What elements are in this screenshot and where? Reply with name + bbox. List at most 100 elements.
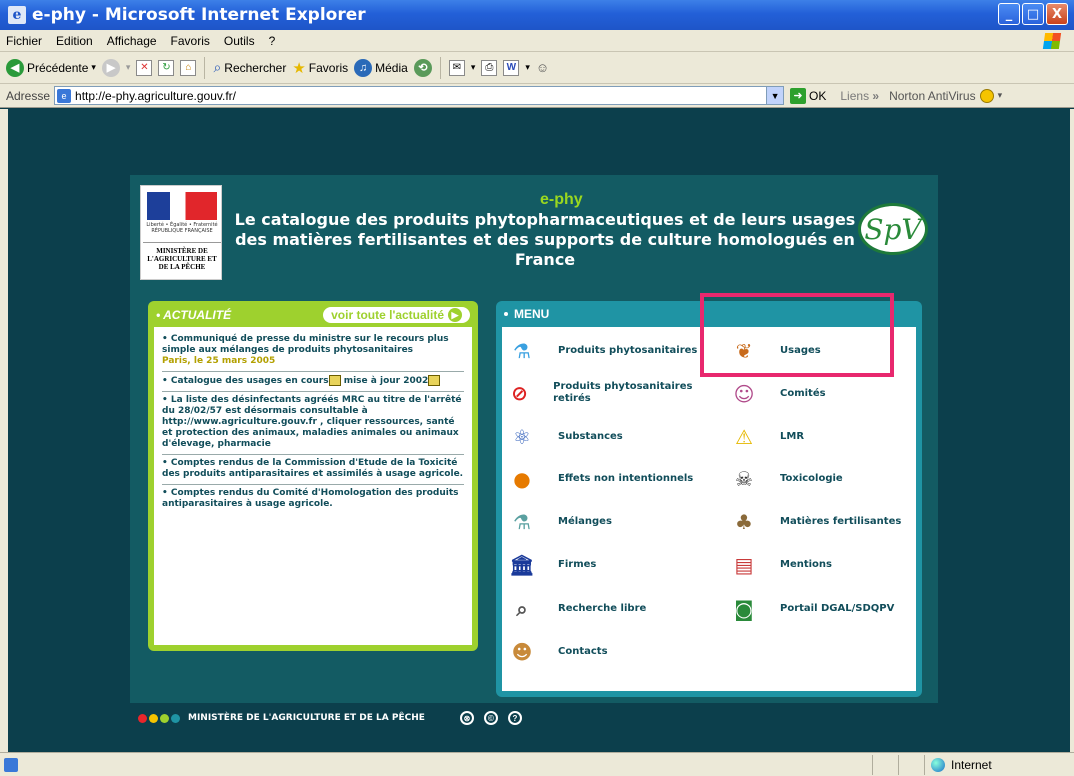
arrow-right-icon: ▶ [448,308,462,322]
back-dropdown-icon[interactable]: ▾ [91,62,96,73]
links-chevron: » [872,88,880,103]
menu-item-contacts[interactable]: ☻ Contacts [506,636,608,668]
search-icon: ⌕ [213,59,222,75]
home-icon[interactable]: ⌂ [180,59,197,76]
edit-word-icon[interactable]: W [503,59,520,76]
menu-grid: ⚗ Produits phytosanitaires ⊘ Produits ph… [502,327,916,691]
stop-icon[interactable]: ✕ [136,59,153,76]
address-dropdown-icon[interactable]: ▼ [766,87,784,104]
poison-icon: ☠ [735,467,753,491]
norton-icon [979,88,994,103]
menu-item-produits-retires[interactable]: ⊘ Produits phytosanitaires retirés [506,377,706,409]
standard-toolbar: ◀ Précédente ▾ ▶ ▾ ✕ ↻ ⌂ ⌕ Rechercher ★ … [0,52,1074,84]
menu-bar: Fichier Edition Affichage Favoris Outils… [0,30,1074,52]
links-button[interactable]: Liens » [840,89,879,103]
menu-item-label: Recherche libre [558,603,647,614]
status-zone [872,755,898,775]
edit-dropdown-icon[interactable]: ▾ [525,62,530,73]
menu-item-label: Contacts [558,646,608,657]
window-controls: _ □ X [998,3,1068,25]
footer-dots [138,713,180,723]
news-item[interactable]: • Comptes rendus de la Commission d'Etud… [162,455,464,485]
news-item[interactable]: • La liste des désinfectants agréés MRC … [162,392,464,455]
menu-item-mentions[interactable]: ▤ Mentions [728,549,832,581]
close-button[interactable]: X [1046,3,1068,25]
refresh-icon[interactable]: ↻ [158,59,175,76]
beaker-icon: ⚗ [513,510,531,534]
mail-dropdown-icon[interactable]: ▾ [471,62,476,73]
maximize-button[interactable]: □ [1022,3,1044,25]
ministry-logo-name: MINISTÈRE DE L'AGRICULTURE ET DE LA PÊCH… [143,242,221,271]
news-item[interactable]: • Communiqué de presse du ministre sur l… [162,331,464,372]
menu-item-usages[interactable]: ❦ Usages [728,335,821,367]
ie-icon: e [8,6,26,24]
go-label: OK [809,88,827,103]
menu-item-lmr[interactable]: ⚠ LMR [728,421,804,453]
forward-button-icon[interactable]: ▶ [101,58,120,77]
flask-icon: ⚗ [513,339,531,363]
menu-item-comites[interactable]: ☺ Comités [728,378,826,410]
contact-icon[interactable]: ⊗ [460,711,474,725]
person-icon: ☻ [511,640,533,664]
menu-item-melanges[interactable]: ⚗ Mélanges [506,506,612,538]
menu-view[interactable]: Affichage [107,34,157,48]
status-zones: Internet [872,755,1074,775]
minimize-button[interactable]: _ [998,3,1020,25]
footer-dot [138,713,147,723]
site-container: Liberté • Égalité • Fraternité RÉPUBLIQU… [130,175,938,703]
back-button[interactable]: ◀ Précédente ▾ [6,58,96,77]
menu-file[interactable]: Fichier [6,34,42,48]
address-input[interactable]: e http://e-phy.agriculture.gouv.fr/ ▼ [54,86,785,105]
menu-item-firmes[interactable]: 🏛 Firmes [506,549,596,581]
menu-item-matieres[interactable]: ♣ Matières fertilisantes [728,506,901,538]
credits-icon[interactable]: © [484,711,498,725]
menu-help[interactable]: ? [269,34,276,48]
window-titlebar: e e-phy - Microsoft Internet Explorer _ … [0,0,1074,30]
site-footer: MINISTÈRE DE L'AGRICULTURE ET DE LA PÊCH… [130,703,938,733]
norton-dropdown-icon[interactable]: ▾ [998,90,1003,101]
menu-item-substances[interactable]: ⚛ Substances [506,421,623,453]
norton-toolbar[interactable]: Norton AntiVirus ▾ [889,88,1003,103]
news-heading: • ACTUALITÉ [156,308,232,322]
news-item[interactable]: • Catalogue des usages en cours mise à j… [162,372,464,392]
search-button[interactable]: ⌕ Rechercher [213,59,286,76]
ministry-logo[interactable]: Liberté • Égalité • Fraternité RÉPUBLIQU… [140,185,222,280]
toolbar-separator [439,56,441,79]
print-icon[interactable]: ⎙ [481,59,498,76]
history-icon[interactable]: ⟲ [413,58,432,77]
menu-item-label: Effets non intentionnels [558,473,694,484]
people-icon: ☺ [733,382,755,406]
menu-edit[interactable]: Edition [56,34,93,48]
go-button[interactable]: ➜ OK [790,87,827,104]
star-icon: ★ [292,59,306,77]
menu-tools[interactable]: Outils [224,34,255,48]
menu-item-label: Produits phytosanitaires retirés [553,381,693,404]
news-panel: • ACTUALITÉ voir toute l'actualité ▶ • C… [148,301,478,651]
magnifier-icon: ⌕ [516,597,528,621]
menu-item-produits-phytosanitaires[interactable]: ⚗ Produits phytosanitaires [506,335,697,367]
footer-ministry: MINISTÈRE DE L'AGRICULTURE ET DE LA PÊCH… [188,713,425,723]
menu-item-portail[interactable]: ◙ Portail DGAL/SDQPV [728,593,894,625]
status-zone [898,755,924,775]
document-icon [428,375,441,386]
menu-item-label: Toxicologie [780,473,843,484]
menu-item-effets[interactable]: ● Effets non intentionnels [506,463,693,495]
menu-heading: MENU [500,305,918,323]
media-icon: ♫ [354,58,373,77]
spv-logo[interactable]: SpV [858,203,928,255]
security-zone: Internet [924,755,1074,775]
menu-item-toxicologie[interactable]: ☠ Toxicologie [728,463,843,495]
menu-item-label: Matières fertilisantes [780,516,902,527]
news-item[interactable]: • Comptes rendus du Comité d'Homologatio… [162,485,464,514]
messenger-icon[interactable]: ☺ [536,60,549,75]
menu-item-recherche[interactable]: ⌕ Recherche libre [506,593,646,625]
favorites-button[interactable]: ★ Favoris [292,59,348,77]
menu-item-label: Usages [780,345,821,356]
help-icon[interactable]: ? [508,711,522,725]
zone-label: Internet [951,758,992,772]
mail-icon[interactable]: ✉ [448,59,465,76]
media-button[interactable]: ♫ Média [354,58,408,77]
menu-favorites[interactable]: Favoris [171,34,210,48]
all-news-link[interactable]: voir toute l'actualité ▶ [323,307,470,323]
forward-dropdown-icon[interactable]: ▾ [126,62,131,73]
